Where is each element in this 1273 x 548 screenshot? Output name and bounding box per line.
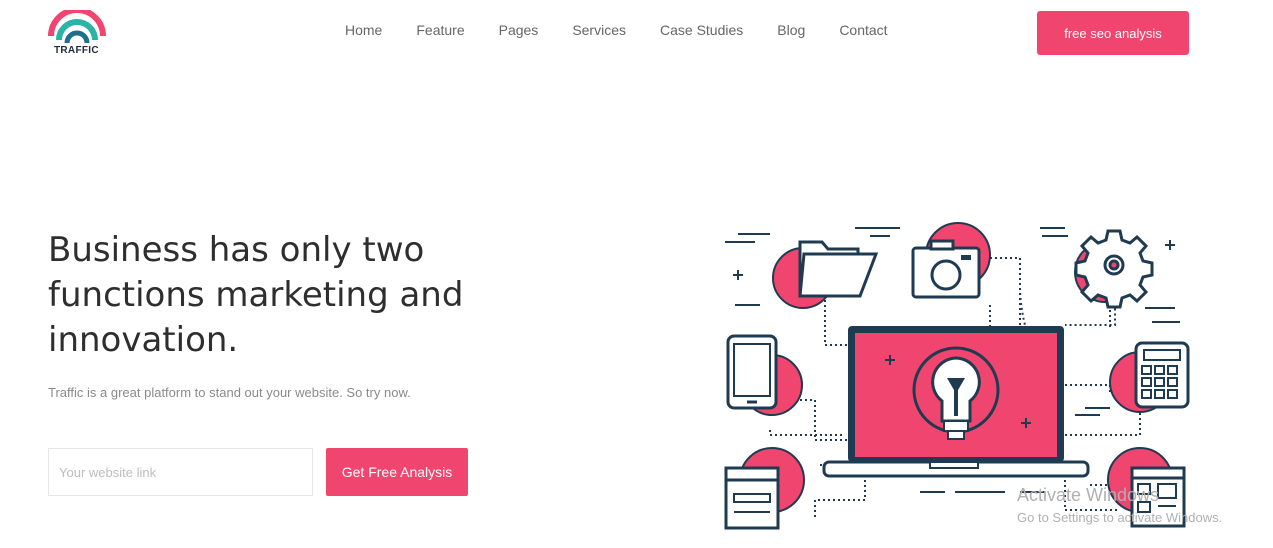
watermark-subtitle: Go to Settings to activate Windows. [1017,510,1223,525]
nav-pages[interactable]: Pages [499,22,539,38]
nav-feature[interactable]: Feature [416,22,464,38]
phone-icon [726,334,803,416]
nav-blog[interactable]: Blog [777,22,805,38]
activate-windows-watermark: Activate Windows Go to Settings to activ… [1017,485,1222,525]
nav-services[interactable]: Services [572,22,626,38]
nav-case-studies[interactable]: Case Studies [660,22,743,38]
calculator-icon [1109,341,1190,413]
hero-title: Business has only two functions marketin… [48,230,464,360]
nav-home[interactable]: Home [345,22,382,38]
website-link-input[interactable] [48,448,313,496]
gear-icon [1074,229,1154,309]
main-nav: Home Feature Pages Services Case Studies… [345,22,922,38]
nav-contact[interactable]: Contact [839,22,887,38]
brand-name[interactable]: TRAFFIC [54,45,99,56]
hero-subtitle: Traffic is a great platform to stand out… [48,385,411,400]
get-free-analysis-button[interactable]: Get Free Analysis [326,448,468,496]
browser-window-icon [724,447,805,530]
watermark-title: Activate Windows [1017,485,1160,505]
folder-icon [772,240,879,309]
camera-icon [911,222,991,299]
free-seo-analysis-button[interactable]: free seo analysis [1037,11,1189,55]
